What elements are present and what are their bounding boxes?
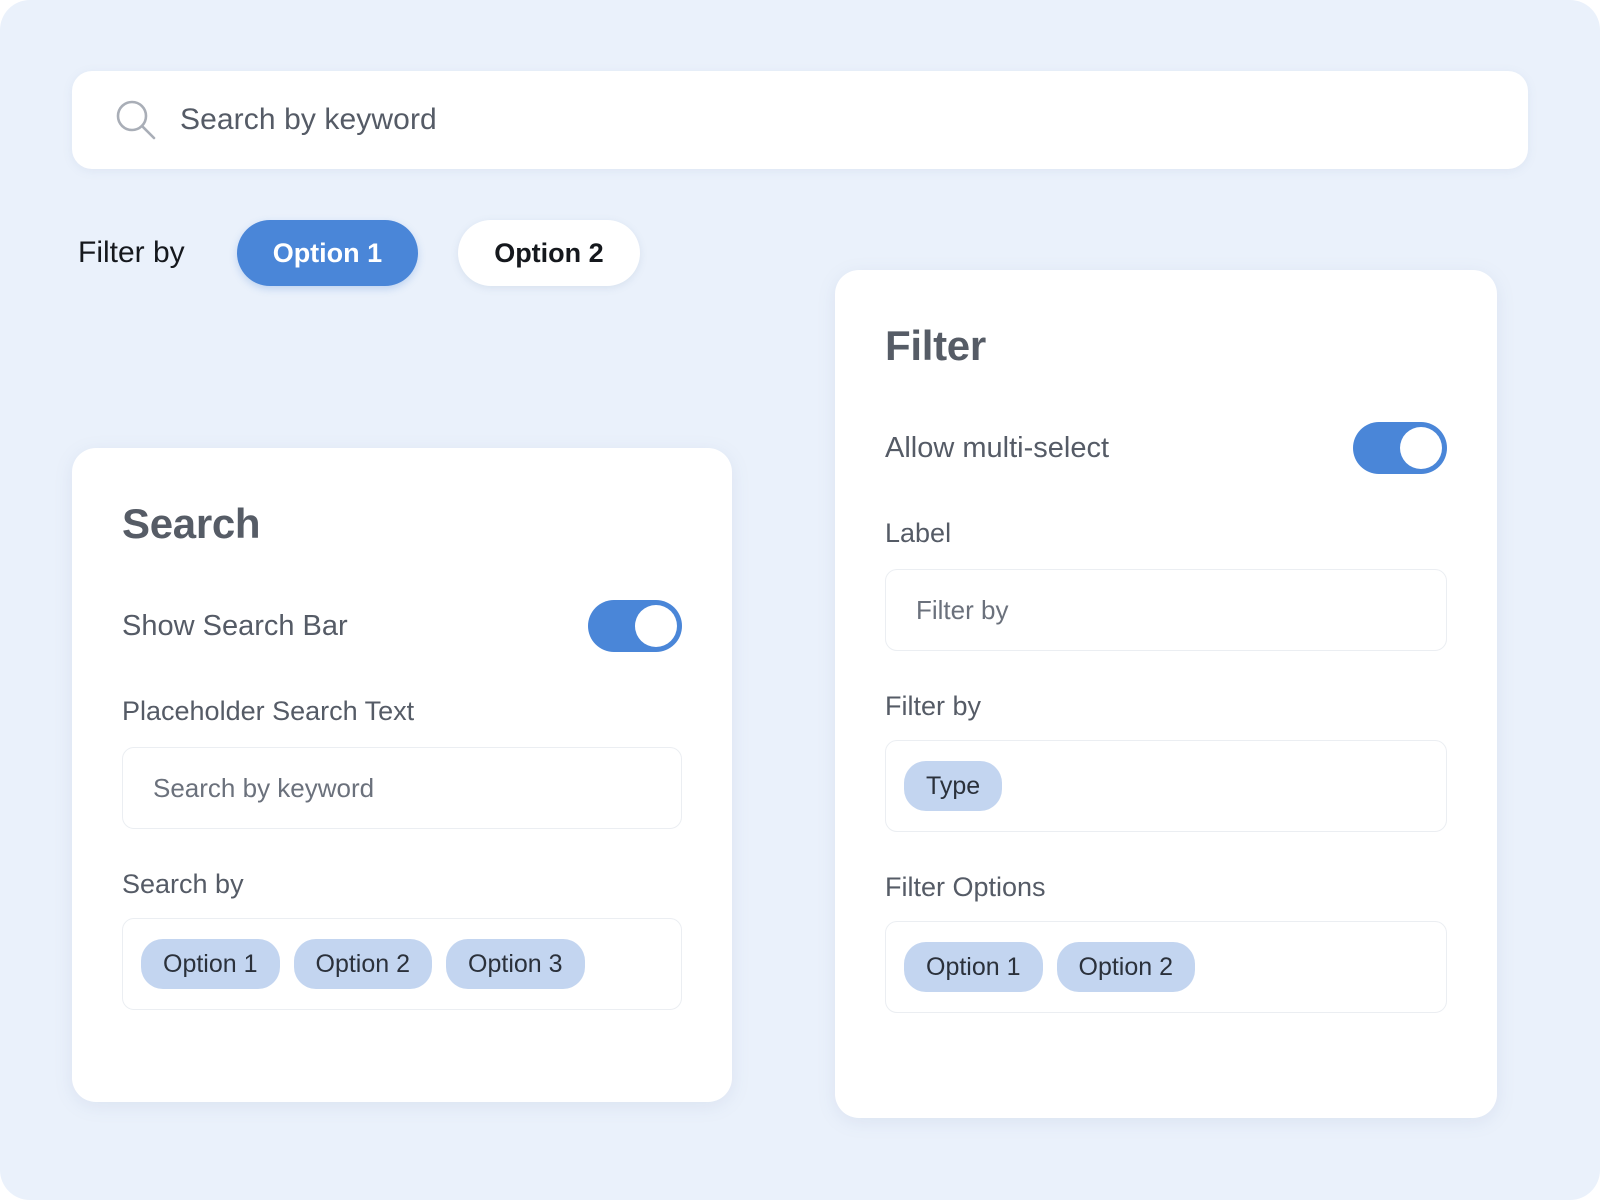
filter-options-chip-container[interactable]: Option 1 Option 2 (885, 921, 1447, 1013)
label-field-value: Filter by (916, 594, 1009, 625)
search-settings-card: Search Show Search Bar Placeholder Searc… (72, 448, 732, 1102)
search-by-chip-container[interactable]: Option 1 Option 2 Option 3 (122, 918, 682, 1010)
search-by-chip[interactable]: Option 1 (141, 939, 280, 989)
app-canvas: Search by keyword Filter by Option 1 Opt… (0, 0, 1600, 1200)
allow-multi-select-label: Allow multi-select (885, 431, 1109, 464)
allow-multi-select-row: Allow multi-select (885, 422, 1447, 474)
placeholder-search-text-label: Placeholder Search Text (122, 696, 415, 726)
filter-option-1-button[interactable]: Option 1 (236, 220, 419, 286)
placeholder-search-text-group: Placeholder Search Text Search by keywor… (122, 696, 682, 829)
label-field-label: Label (885, 518, 952, 548)
filter-settings-card: Filter Allow multi-select Label Filter b… (835, 270, 1497, 1118)
placeholder-search-text-value: Search by keyword (153, 772, 375, 803)
show-search-bar-label: Show Search Bar (122, 609, 348, 642)
filter-by-row: Filter by Option 1 Option 2 (78, 220, 640, 286)
filter-options-group: Filter Options Option 1 Option 2 (885, 872, 1447, 1013)
filter-by-label: Filter by (78, 236, 185, 269)
filter-by-chip-container[interactable]: Type (885, 740, 1447, 832)
search-by-label: Search by (122, 869, 244, 899)
label-field-input[interactable]: Filter by (885, 569, 1447, 651)
filter-options-label: Filter Options (885, 872, 1046, 902)
filter-option-2-button[interactable]: Option 2 (458, 220, 640, 286)
toggle-knob (635, 605, 677, 647)
search-input-placeholder: Search by keyword (180, 103, 437, 136)
search-icon (116, 100, 156, 140)
allow-multi-select-toggle[interactable] (1353, 422, 1447, 474)
search-by-group: Search by Option 1 Option 2 Option 3 (122, 869, 682, 1010)
filter-panel-title: Filter (885, 322, 986, 369)
show-search-bar-toggle[interactable] (588, 600, 682, 652)
search-by-chip[interactable]: Option 3 (446, 939, 585, 989)
show-search-bar-row: Show Search Bar (122, 600, 682, 652)
label-field-group: Label Filter by (885, 518, 1447, 651)
filter-by-chip[interactable]: Type (904, 761, 1003, 811)
filter-options-chip[interactable]: Option 2 (1056, 942, 1196, 992)
filter-by-group: Filter by Type (885, 691, 1447, 832)
placeholder-search-text-input[interactable]: Search by keyword (122, 747, 682, 829)
filter-options-chip[interactable]: Option 1 (904, 942, 1043, 992)
filter-by-field-label: Filter by (885, 691, 982, 721)
search-by-chip[interactable]: Option 2 (293, 939, 433, 989)
toggle-knob (1400, 427, 1442, 469)
search-input[interactable]: Search by keyword (72, 71, 1528, 169)
search-panel-title: Search (122, 500, 261, 547)
